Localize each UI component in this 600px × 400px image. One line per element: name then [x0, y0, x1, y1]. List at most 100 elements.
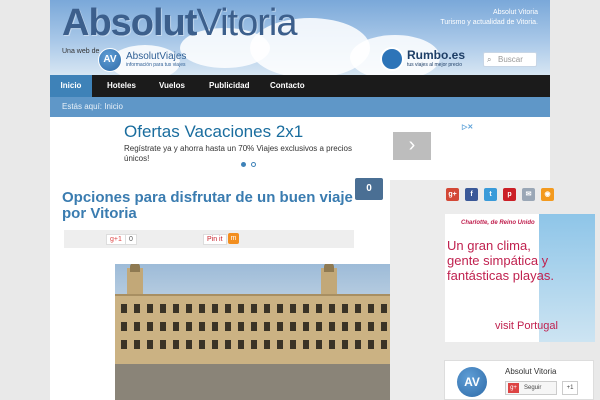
building-window: [121, 322, 127, 331]
building-window: [225, 340, 231, 349]
building-window: [238, 322, 244, 331]
profile-avatar[interactable]: AV: [457, 367, 487, 397]
rumbo-globe-icon[interactable]: [380, 47, 404, 71]
building-window: [199, 322, 205, 331]
google-plus-icon[interactable]: g+: [446, 188, 459, 201]
building-window: [134, 322, 140, 331]
building-window: [303, 304, 309, 313]
ad-next-arrow-icon[interactable]: ›: [393, 132, 431, 160]
building-window: [160, 322, 166, 331]
web-de-label: Una web de: [62, 48, 100, 55]
email-icon[interactable]: ✉: [522, 188, 535, 201]
ad-text: Regístrate ya y ahorra hasta un 70% Viaj…: [124, 144, 352, 163]
building-window: [147, 340, 153, 349]
ad-title[interactable]: Ofertas Vacaciones 2x1: [124, 122, 303, 142]
building-window: [199, 340, 205, 349]
building-window: [225, 322, 231, 331]
plus-one-button[interactable]: +1: [562, 381, 578, 395]
profile-widget: AV Absolut Vitoria g+ Seguir +1: [444, 360, 594, 400]
building-window: [342, 340, 348, 349]
nav-item-hoteles[interactable]: Hoteles: [107, 75, 136, 97]
site-header: AbsolutVitoria Absolut Vitoria Turismo y…: [50, 0, 550, 75]
building-window: [134, 340, 140, 349]
profile-name[interactable]: Absolut Vitoria: [505, 367, 556, 376]
nav-item-publicidad[interactable]: Publicidad: [209, 75, 249, 97]
banner-message: Un gran clima, gente simpática y fantást…: [447, 238, 554, 283]
brand-main: Absolut: [62, 2, 197, 44]
building-window: [368, 304, 374, 313]
absolutviajes-logo-icon[interactable]: AV: [98, 48, 122, 72]
ad-banner[interactable]: Ofertas Vacaciones 2x1 Regístrate ya y a…: [120, 122, 484, 170]
follow-button[interactable]: g+ Seguir: [505, 381, 557, 395]
building-window: [303, 340, 309, 349]
building-window: [329, 340, 335, 349]
building-window: [212, 322, 218, 331]
banner-brand: visit Portugal: [495, 320, 558, 332]
search-icon: ⌕: [487, 55, 492, 64]
gplus-button[interactable]: g+1: [106, 234, 126, 245]
ad-carousel-dot[interactable]: [251, 162, 256, 167]
plaza-ground: [115, 364, 405, 400]
building-window: [368, 340, 374, 349]
building-window: [264, 340, 270, 349]
building-window: [290, 340, 296, 349]
absolutviajes-name[interactable]: AbsolutViajes: [126, 51, 186, 62]
facebook-icon[interactable]: f: [465, 188, 478, 201]
right-tower-dome: [324, 264, 334, 272]
nav-item-vuelos[interactable]: Vuelos: [159, 75, 185, 97]
banner-city-label: Charlotte, de Reino Unido: [461, 220, 535, 226]
left-tower-dome: [130, 264, 140, 272]
building-window: [212, 304, 218, 313]
building-window: [173, 304, 179, 313]
search-input[interactable]: ⌕ Buscar: [483, 52, 537, 67]
meneame-icon[interactable]: m: [228, 233, 239, 244]
nav-item-contacto[interactable]: Contacto: [270, 75, 305, 97]
building-window: [303, 322, 309, 331]
sidebar-ad-banner[interactable]: Charlotte, de Reino Unido Un gran clima,…: [445, 214, 595, 342]
building-window: [147, 304, 153, 313]
ad-carousel-dot-active[interactable]: [241, 162, 246, 167]
building-facade: [115, 294, 405, 364]
building-window: [147, 322, 153, 331]
building-window: [355, 322, 361, 331]
building-window: [316, 304, 322, 313]
page-container: AbsolutVitoria Absolut Vitoria Turismo y…: [50, 0, 595, 400]
building-window: [186, 304, 192, 313]
pinterest-icon[interactable]: p: [503, 188, 516, 201]
twitter-icon[interactable]: t: [484, 188, 497, 201]
rumbo-logo[interactable]: Rumbo.es: [407, 48, 465, 62]
post-title[interactable]: Opciones para disfrutar de un buen viaje…: [62, 190, 362, 222]
tagline-description: Turismo y actualidad de Vitoria.: [440, 19, 538, 26]
building-window: [355, 340, 361, 349]
building-window: [251, 340, 257, 349]
pinterest-button[interactable]: Pin it: [203, 234, 227, 245]
building-window: [290, 322, 296, 331]
building-window: [316, 322, 322, 331]
building-window: [381, 322, 387, 331]
tagline-title: Absolut Vitoria: [492, 9, 538, 16]
comment-count-badge[interactable]: 0: [355, 178, 383, 200]
building-window: [329, 304, 335, 313]
building-window: [225, 304, 231, 313]
building-window: [238, 340, 244, 349]
building-window: [134, 304, 140, 313]
building-window: [342, 304, 348, 313]
site-logo[interactable]: AbsolutVitoria: [62, 2, 297, 45]
ad-choices-icon[interactable]: ▷✕: [462, 123, 473, 131]
nav-item-inicio[interactable]: Inicio: [50, 75, 92, 97]
building-window: [251, 304, 257, 313]
building-window: [329, 322, 335, 331]
building-window: [355, 304, 361, 313]
main-navigation: Inicio Hoteles Vuelos Publicidad Contact…: [50, 75, 550, 97]
building-window: [342, 322, 348, 331]
post-featured-image[interactable]: [115, 264, 405, 400]
building-window: [381, 304, 387, 313]
gplus-count: 0: [125, 234, 137, 245]
rss-icon[interactable]: ◉: [541, 188, 554, 201]
breadcrumb: Estás aquí: Inicio: [50, 97, 550, 117]
building-window: [238, 304, 244, 313]
building-window: [368, 322, 374, 331]
building-window: [186, 322, 192, 331]
building-window: [121, 304, 127, 313]
absolutviajes-subtitle: información para tus viajes: [126, 62, 186, 68]
